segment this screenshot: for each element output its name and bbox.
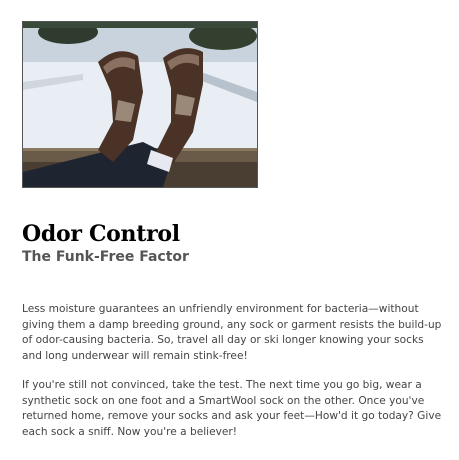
socks-illustration <box>23 22 257 187</box>
page: Odor Control The Funk-Free Factor Less m… <box>0 0 459 460</box>
page-title: Odor Control <box>22 221 180 247</box>
body-paragraph-1: Less moisture guarantees an unfriendly e… <box>22 303 442 362</box>
page-subtitle: The Funk-Free Factor <box>22 249 189 265</box>
body-paragraph-2: If you're still not convinced, take the … <box>22 379 442 438</box>
socks-photo <box>22 21 258 188</box>
